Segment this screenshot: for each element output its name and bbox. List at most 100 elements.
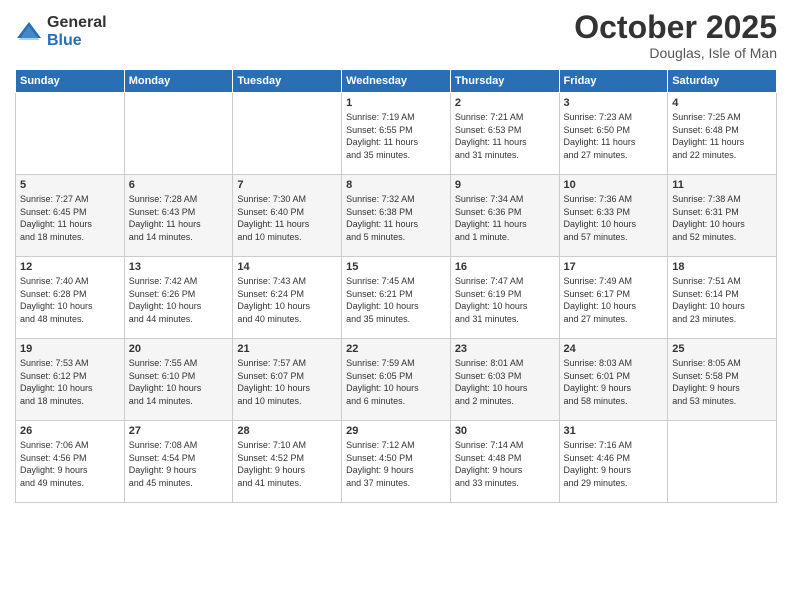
- calendar-cell: 25 Sunrise: 8:05 AM Sunset: 5:58 PM Dayli…: [668, 339, 777, 421]
- day-number: 21: [237, 343, 337, 355]
- calendar-cell: 31 Sunrise: 7:16 AM Sunset: 4:46 PM Dayli…: [559, 421, 668, 503]
- day-info: Sunrise: 7:42 AM Sunset: 6:26 PM Dayligh…: [129, 275, 229, 325]
- logo-blue: Blue: [47, 32, 107, 50]
- day-info: Sunrise: 7:23 AM Sunset: 6:50 PM Dayligh…: [564, 111, 664, 161]
- calendar-cell: 16 Sunrise: 7:47 AM Sunset: 6:19 PM Dayli…: [450, 257, 559, 339]
- calendar-cell: 17 Sunrise: 7:49 AM Sunset: 6:17 PM Dayli…: [559, 257, 668, 339]
- day-info: Sunrise: 7:59 AM Sunset: 6:05 PM Dayligh…: [346, 357, 446, 407]
- calendar-header: General Blue October 2025 Douglas, Isle …: [15, 10, 777, 61]
- day-number: 16: [455, 261, 555, 273]
- week-row-3: 19 Sunrise: 7:53 AM Sunset: 6:12 PM Dayli…: [16, 339, 777, 421]
- calendar-cell: [16, 93, 125, 175]
- day-info: Sunrise: 7:51 AM Sunset: 6:14 PM Dayligh…: [672, 275, 772, 325]
- calendar-cell: 30 Sunrise: 7:14 AM Sunset: 4:48 PM Dayli…: [450, 421, 559, 503]
- calendar-cell: 19 Sunrise: 7:53 AM Sunset: 6:12 PM Dayli…: [16, 339, 125, 421]
- week-row-4: 26 Sunrise: 7:06 AM Sunset: 4:56 PM Dayli…: [16, 421, 777, 503]
- calendar-cell: [668, 421, 777, 503]
- day-info: Sunrise: 7:25 AM Sunset: 6:48 PM Dayligh…: [672, 111, 772, 161]
- day-info: Sunrise: 7:16 AM Sunset: 4:46 PM Dayligh…: [564, 439, 664, 489]
- day-info: Sunrise: 7:49 AM Sunset: 6:17 PM Dayligh…: [564, 275, 664, 325]
- day-number: 17: [564, 261, 664, 273]
- day-number: 19: [20, 343, 120, 355]
- calendar-cell: 14 Sunrise: 7:43 AM Sunset: 6:24 PM Dayli…: [233, 257, 342, 339]
- logo: General Blue: [15, 14, 107, 49]
- week-row-1: 5Sunrise: 7:27 AM Sunset: 6:45 PM Daylig…: [16, 175, 777, 257]
- calendar-table: Sunday Monday Tuesday Wednesday Thursday…: [15, 69, 777, 503]
- day-number: 29: [346, 425, 446, 437]
- day-number: 15: [346, 261, 446, 273]
- calendar-cell: 8 Sunrise: 7:32 AM Sunset: 6:38 PM Daylig…: [342, 175, 451, 257]
- logo-icon: [15, 18, 43, 46]
- day-info: Sunrise: 7:53 AM Sunset: 6:12 PM Dayligh…: [20, 357, 120, 407]
- day-info: Sunrise: 7:08 AM Sunset: 4:54 PM Dayligh…: [129, 439, 229, 489]
- calendar-cell: 10Sunrise: 7:36 AM Sunset: 6:33 PM Dayli…: [559, 175, 668, 257]
- day-number: 13: [129, 261, 229, 273]
- day-number: 8: [346, 179, 446, 191]
- day-info: Sunrise: 8:03 AM Sunset: 6:01 PM Dayligh…: [564, 357, 664, 407]
- calendar-cell: 12 Sunrise: 7:40 AM Sunset: 6:28 PM Dayli…: [16, 257, 125, 339]
- day-number: 5: [20, 179, 120, 191]
- day-number: 24: [564, 343, 664, 355]
- calendar-cell: 5Sunrise: 7:27 AM Sunset: 6:45 PM Daylig…: [16, 175, 125, 257]
- day-number: 6: [129, 179, 229, 191]
- calendar-cell: 15Sunrise: 7:45 AM Sunset: 6:21 PM Dayli…: [342, 257, 451, 339]
- calendar-cell: 11 Sunrise: 7:38 AM Sunset: 6:31 PM Dayli…: [668, 175, 777, 257]
- calendar-cell: [233, 93, 342, 175]
- calendar-cell: 20Sunrise: 7:55 AM Sunset: 6:10 PM Dayli…: [124, 339, 233, 421]
- day-info: Sunrise: 7:36 AM Sunset: 6:33 PM Dayligh…: [564, 193, 664, 243]
- col-friday: Friday: [559, 70, 668, 93]
- calendar-cell: 6 Sunrise: 7:28 AM Sunset: 6:43 PM Daylig…: [124, 175, 233, 257]
- calendar-cell: 28Sunrise: 7:10 AM Sunset: 4:52 PM Dayli…: [233, 421, 342, 503]
- col-tuesday: Tuesday: [233, 70, 342, 93]
- col-sunday: Sunday: [16, 70, 125, 93]
- day-number: 12: [20, 261, 120, 273]
- day-info: Sunrise: 7:06 AM Sunset: 4:56 PM Dayligh…: [20, 439, 120, 489]
- calendar-cell: 23Sunrise: 8:01 AM Sunset: 6:03 PM Dayli…: [450, 339, 559, 421]
- day-number: 23: [455, 343, 555, 355]
- day-info: Sunrise: 7:32 AM Sunset: 6:38 PM Dayligh…: [346, 193, 446, 243]
- day-number: 7: [237, 179, 337, 191]
- col-saturday: Saturday: [668, 70, 777, 93]
- location: Douglas, Isle of Man: [574, 45, 777, 61]
- month-title: October 2025: [574, 10, 777, 45]
- col-thursday: Thursday: [450, 70, 559, 93]
- calendar-cell: [124, 93, 233, 175]
- day-info: Sunrise: 7:19 AM Sunset: 6:55 PM Dayligh…: [346, 111, 446, 161]
- calendar-cell: 7 Sunrise: 7:30 AM Sunset: 6:40 PM Daylig…: [233, 175, 342, 257]
- day-number: 14: [237, 261, 337, 273]
- week-row-2: 12 Sunrise: 7:40 AM Sunset: 6:28 PM Dayli…: [16, 257, 777, 339]
- day-number: 31: [564, 425, 664, 437]
- day-info: Sunrise: 7:34 AM Sunset: 6:36 PM Dayligh…: [455, 193, 555, 243]
- day-number: 30: [455, 425, 555, 437]
- day-info: Sunrise: 8:05 AM Sunset: 5:58 PM Dayligh…: [672, 357, 772, 407]
- day-number: 27: [129, 425, 229, 437]
- calendar-cell: 29 Sunrise: 7:12 AM Sunset: 4:50 PM Dayli…: [342, 421, 451, 503]
- calendar-cell: 24 Sunrise: 8:03 AM Sunset: 6:01 PM Dayli…: [559, 339, 668, 421]
- day-info: Sunrise: 7:40 AM Sunset: 6:28 PM Dayligh…: [20, 275, 120, 325]
- title-block: October 2025 Douglas, Isle of Man: [574, 10, 777, 61]
- day-number: 2: [455, 97, 555, 109]
- week-row-0: 1Sunrise: 7:19 AM Sunset: 6:55 PM Daylig…: [16, 93, 777, 175]
- day-info: Sunrise: 7:47 AM Sunset: 6:19 PM Dayligh…: [455, 275, 555, 325]
- day-info: Sunrise: 7:14 AM Sunset: 4:48 PM Dayligh…: [455, 439, 555, 489]
- day-number: 25: [672, 343, 772, 355]
- calendar-cell: 4 Sunrise: 7:25 AM Sunset: 6:48 PM Daylig…: [668, 93, 777, 175]
- calendar-container: General Blue October 2025 Douglas, Isle …: [0, 0, 792, 513]
- calendar-cell: 2 Sunrise: 7:21 AM Sunset: 6:53 PM Daylig…: [450, 93, 559, 175]
- day-info: Sunrise: 7:21 AM Sunset: 6:53 PM Dayligh…: [455, 111, 555, 161]
- calendar-cell: 26 Sunrise: 7:06 AM Sunset: 4:56 PM Dayli…: [16, 421, 125, 503]
- logo-general: General: [47, 14, 107, 32]
- day-number: 4: [672, 97, 772, 109]
- day-info: Sunrise: 7:12 AM Sunset: 4:50 PM Dayligh…: [346, 439, 446, 489]
- day-info: Sunrise: 7:57 AM Sunset: 6:07 PM Dayligh…: [237, 357, 337, 407]
- day-number: 26: [20, 425, 120, 437]
- calendar-cell: 9Sunrise: 7:34 AM Sunset: 6:36 PM Daylig…: [450, 175, 559, 257]
- header-row: Sunday Monday Tuesday Wednesday Thursday…: [16, 70, 777, 93]
- day-info: Sunrise: 7:28 AM Sunset: 6:43 PM Dayligh…: [129, 193, 229, 243]
- day-info: Sunrise: 7:38 AM Sunset: 6:31 PM Dayligh…: [672, 193, 772, 243]
- day-number: 11: [672, 179, 772, 191]
- calendar-cell: 1Sunrise: 7:19 AM Sunset: 6:55 PM Daylig…: [342, 93, 451, 175]
- day-info: Sunrise: 7:30 AM Sunset: 6:40 PM Dayligh…: [237, 193, 337, 243]
- day-info: Sunrise: 7:43 AM Sunset: 6:24 PM Dayligh…: [237, 275, 337, 325]
- day-number: 3: [564, 97, 664, 109]
